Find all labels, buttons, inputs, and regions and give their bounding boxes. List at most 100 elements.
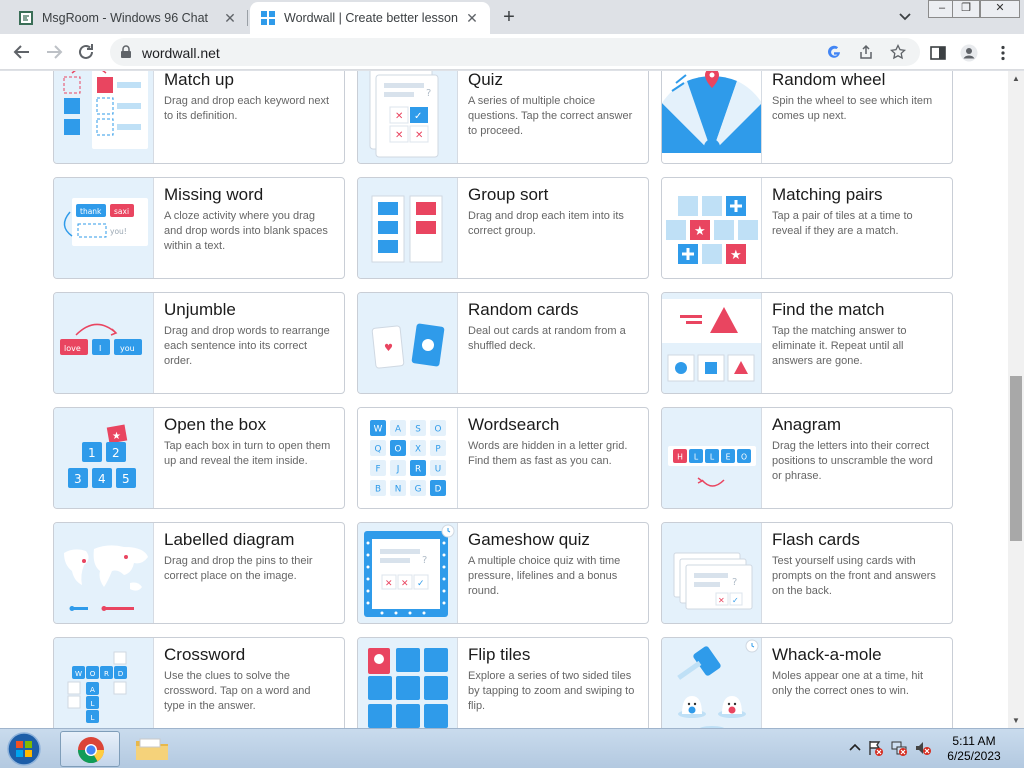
unjumble-icon: love I you bbox=[54, 293, 154, 393]
letter-tile-text: G bbox=[415, 485, 422, 495]
activity-card-wordsearch[interactable]: W A S O Q O X P F J R U B N G D Wordsearch Words are hi… bbox=[357, 407, 649, 509]
show-hidden-icons-icon[interactable] bbox=[846, 739, 864, 757]
activity-card-missing-word[interactable]: thank saxi you! Missing word A cloze act… bbox=[53, 177, 345, 279]
back-arrow-icon[interactable] bbox=[10, 40, 34, 64]
letter-tile-text: N bbox=[395, 485, 402, 495]
matching-pairs-icon: ★ ★ bbox=[662, 178, 762, 278]
scroll-down-arrow-icon[interactable]: ▼ bbox=[1012, 716, 1020, 725]
svg-text:✕: ✕ bbox=[415, 130, 423, 141]
close-tab-icon[interactable]: ✕ bbox=[464, 10, 480, 26]
activity-card-quiz[interactable]: ? ✕ ✓ ✕ ✕ Quiz A series of multiple choi… bbox=[357, 71, 649, 164]
letter-tile-text: Q bbox=[375, 445, 382, 455]
windows-start-button-icon[interactable] bbox=[4, 731, 44, 767]
missing-word-icon: thank saxi you! bbox=[54, 178, 154, 278]
activity-card-group-sort[interactable]: Group sort Drag and drop each item into … bbox=[357, 177, 649, 279]
letter-tile-text: L bbox=[710, 453, 715, 462]
activity-title: Open the box bbox=[164, 415, 267, 434]
svg-text:✕: ✕ bbox=[718, 596, 725, 605]
svg-text:★: ★ bbox=[112, 431, 121, 442]
share-icon[interactable] bbox=[858, 44, 874, 60]
activity-card-labelled-diagram[interactable]: Labelled diagram Drag and drop the pins … bbox=[53, 522, 345, 624]
letter-tile-text: X bbox=[415, 445, 421, 455]
activity-description: Drag the letters into their correct posi… bbox=[772, 440, 933, 482]
letter-tile-text: D bbox=[435, 485, 442, 495]
random-cards-icon: ♥ bbox=[358, 293, 458, 393]
lock-icon[interactable] bbox=[120, 45, 132, 59]
letter-tile-text: L bbox=[694, 453, 699, 462]
thumb-word: saxi bbox=[114, 207, 129, 216]
crossword-icon: WORDALL bbox=[54, 638, 154, 728]
tab-msgroom[interactable]: MsgRoom - Windows 96 Chat ✕ bbox=[8, 2, 248, 34]
google-icon[interactable] bbox=[826, 44, 842, 60]
activity-card-matching-pairs[interactable]: ★ ★ Matching pairs Tap a pair of tiles a… bbox=[661, 177, 953, 279]
file-explorer-taskbar-button[interactable] bbox=[122, 731, 182, 767]
activity-title: Random cards bbox=[468, 300, 579, 319]
svg-text:✓: ✓ bbox=[417, 579, 425, 589]
network-icon[interactable] bbox=[890, 739, 908, 757]
activity-title: Random wheel bbox=[772, 71, 886, 89]
letter-tile-text: O bbox=[90, 669, 96, 678]
activity-card-whack-a-mole[interactable]: Whack-a-mole Moles appear one at a time,… bbox=[661, 637, 953, 728]
new-tab-button[interactable]: + bbox=[498, 6, 520, 28]
address-bar[interactable]: wordwall.net bbox=[110, 38, 920, 66]
activity-card-unjumble[interactable]: love I you Unjumble Drag and drop words … bbox=[53, 292, 345, 394]
activity-description: Drag and drop each keyword next to its d… bbox=[164, 95, 330, 122]
clock-time: 5:11 AM bbox=[952, 734, 996, 748]
letter-tile-text: L bbox=[91, 713, 95, 722]
scrollbar-thumb[interactable] bbox=[1010, 376, 1022, 541]
side-panel-icon[interactable] bbox=[929, 44, 947, 62]
letter-tile-text: U bbox=[435, 465, 441, 475]
vertical-scrollbar[interactable]: ▲ ▼ bbox=[1008, 71, 1024, 728]
activity-title: Labelled diagram bbox=[164, 530, 295, 549]
volume-muted-icon[interactable] bbox=[914, 739, 932, 757]
activity-card-flip-tiles[interactable]: Flip tiles Explore a series of two sided… bbox=[357, 637, 649, 728]
activity-card-find-the-match[interactable]: Find the match Tap the matching answer t… bbox=[661, 292, 953, 394]
maximize-button[interactable]: ❐ bbox=[952, 0, 980, 18]
star-icon[interactable] bbox=[890, 44, 906, 60]
svg-text:✕: ✕ bbox=[385, 579, 393, 589]
labelled-diagram-icon bbox=[54, 523, 154, 623]
activity-title: Anagram bbox=[772, 415, 841, 434]
tab-strip: MsgRoom - Windows 96 Chat ✕ Wordwall | C… bbox=[0, 0, 1024, 34]
thumb-word: you bbox=[120, 344, 135, 353]
activity-card-open-the-box[interactable]: ★ 1 2 3 4 5 Open the box Tap each box in… bbox=[53, 407, 345, 509]
activity-title: Find the match bbox=[772, 300, 885, 319]
close-window-button[interactable]: ✕ bbox=[980, 0, 1020, 18]
letter-tile-text: O bbox=[741, 453, 747, 462]
thumb-number: 2 bbox=[112, 446, 120, 460]
activity-description: Tap each box in turn to open them up and… bbox=[164, 440, 331, 467]
tab-separator bbox=[247, 10, 248, 26]
more-menu-icon[interactable] bbox=[994, 44, 1012, 62]
action-center-flag-icon[interactable] bbox=[866, 739, 884, 757]
letter-tile-text: B bbox=[375, 485, 381, 495]
reload-icon[interactable] bbox=[74, 40, 98, 64]
activity-card-random-wheel[interactable]: Random wheel Spin the wheel to see which… bbox=[661, 71, 953, 164]
activity-card-random-cards[interactable]: ♥ Random cards Deal out cards at random … bbox=[357, 292, 649, 394]
activity-card-anagram[interactable]: H L L E O Anagram Drag the letters into thei… bbox=[661, 407, 953, 509]
system-clock[interactable]: 5:11 AM 6/25/2023 bbox=[934, 734, 1014, 764]
profile-avatar-icon[interactable] bbox=[960, 44, 978, 62]
tab-wordwall[interactable]: Wordwall | Create better lessons ✕ bbox=[250, 2, 490, 34]
activity-title: Flash cards bbox=[772, 530, 860, 549]
thumb-number: 3 bbox=[74, 472, 82, 486]
windows-taskbar: 5:11 AM 6/25/2023 bbox=[0, 728, 1024, 768]
chrome-taskbar-button[interactable] bbox=[60, 731, 120, 767]
activity-title: Crossword bbox=[164, 645, 246, 664]
activity-card-crossword[interactable]: WORDALL Crossword Use the clues to solve… bbox=[53, 637, 345, 728]
activity-card-match-up[interactable]: Match up Drag and drop each keyword next… bbox=[53, 71, 345, 164]
activity-title: Matching pairs bbox=[772, 185, 883, 204]
close-tab-icon[interactable]: ✕ bbox=[222, 10, 238, 26]
scroll-up-arrow-icon[interactable]: ▲ bbox=[1012, 74, 1020, 83]
svg-text:?: ? bbox=[732, 577, 737, 588]
activity-card-gameshow-quiz[interactable]: ? ✕ ✕ ✓ Gameshow quiz A multiple choice … bbox=[357, 522, 649, 624]
wordwall-favicon-icon bbox=[261, 11, 275, 25]
activity-description: Moles appear one at a time, hit only the… bbox=[772, 670, 924, 697]
activity-description: A series of multiple choice questions. T… bbox=[468, 95, 633, 137]
svg-text:?: ? bbox=[426, 88, 431, 99]
forward-arrow-icon[interactable] bbox=[42, 40, 66, 64]
chevron-down-icon[interactable] bbox=[896, 8, 914, 26]
activity-card-flash-cards[interactable]: ? ✕ ✓ Flash cards Test yourself using ca… bbox=[661, 522, 953, 624]
activity-title: Whack-a-mole bbox=[772, 645, 882, 664]
activity-description: Drag and drop each item into its correct… bbox=[468, 210, 624, 237]
letter-tile-text: S bbox=[415, 425, 421, 435]
